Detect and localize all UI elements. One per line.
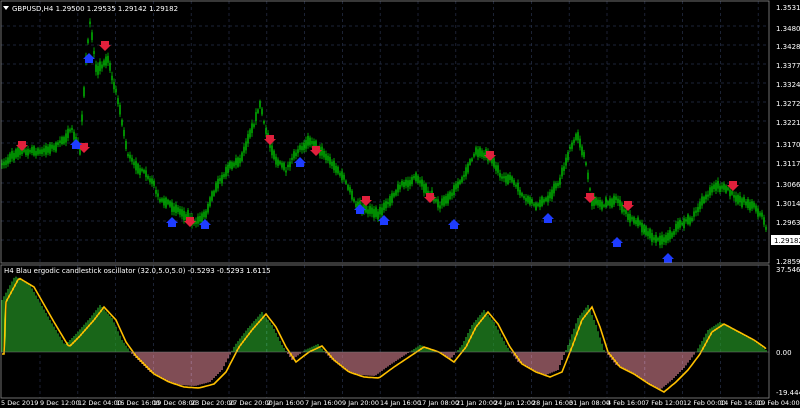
time-tick: 7 Jan 16:00 xyxy=(305,399,342,407)
sell-arrow-icon xyxy=(727,181,739,191)
time-tick: 5 Dec 2019 xyxy=(1,399,38,407)
price-tick: 1.30665 xyxy=(776,181,800,189)
buy-arrow-icon xyxy=(611,237,623,247)
time-tick: 7 Feb 12:00 xyxy=(645,399,684,407)
oscillator-signal-line xyxy=(2,277,767,393)
oscillator-title: H4 Blau ergodic candlestick oscillator (… xyxy=(4,267,271,275)
buy-arrow-icon xyxy=(83,53,95,63)
oscillator-axis: 37.5466 0.00 -19.4443 xyxy=(776,266,800,397)
price-tick: 1.30140 xyxy=(776,200,800,208)
time-tick: 4 Feb 16:00 xyxy=(607,399,646,407)
price-candles xyxy=(1,18,767,249)
price-tick: 1.34280 xyxy=(776,43,800,51)
time-axis: 5 Dec 2019 9 Dec 12:00 12 Dec 04:00 16 D… xyxy=(1,399,800,407)
buy-arrow-icon xyxy=(542,213,554,223)
signal-arrows xyxy=(16,41,739,263)
time-tick: 2 Jan 16:00 xyxy=(267,399,304,407)
price-tick: 1.35311 xyxy=(776,4,800,12)
time-tick: 9 Dec 12:00 xyxy=(40,399,80,407)
buy-arrow-icon xyxy=(166,217,178,227)
trading-chart[interactable]: GBPUSD,H4 1.29500 1.29535 1.29142 1.2918… xyxy=(0,0,800,408)
sell-arrow-icon xyxy=(99,41,111,51)
time-tick: 31 Jan 08:00 xyxy=(569,399,610,407)
buy-arrow-icon xyxy=(199,219,211,229)
oscillator-histogram xyxy=(1,276,767,390)
osc-tick: 37.5466 xyxy=(776,266,800,274)
price-tick: 1.29630 xyxy=(776,219,800,227)
price-tick: 1.32725 xyxy=(776,100,800,108)
time-tick: 17 Jan 08:00 xyxy=(418,399,459,407)
osc-tick: -19.4443 xyxy=(776,389,800,397)
symbol-dropdown-icon[interactable] xyxy=(3,6,9,10)
time-tick: 24 Jan 12:00 xyxy=(494,399,535,407)
price-tick: 1.31700 xyxy=(776,141,800,149)
price-panel-title: GBPUSD,H4 1.29500 1.29535 1.29142 1.2918… xyxy=(12,5,178,13)
price-tick: 1.33770 xyxy=(776,62,800,70)
price-tick: 1.34800 xyxy=(776,25,800,33)
price-tick: 1.31175 xyxy=(776,160,800,168)
time-tick: 19 Feb 04:00 xyxy=(757,399,800,407)
time-tick: 9 Jan 20:00 xyxy=(342,399,379,407)
current-price-label: 1.29182 xyxy=(774,237,800,245)
buy-arrow-icon xyxy=(448,219,460,229)
price-axis: 1.35311 1.34800 1.34280 1.33770 1.33245 … xyxy=(776,4,800,266)
osc-tick: 0.00 xyxy=(776,349,792,357)
buy-arrow-icon xyxy=(662,253,674,263)
price-tick: 1.32210 xyxy=(776,119,800,127)
time-tick: 14 Jan 16:00 xyxy=(380,399,421,407)
price-tick: 1.33245 xyxy=(776,81,800,89)
price-tick: 1.28595 xyxy=(776,258,800,266)
time-tick: 21 Jan 20:00 xyxy=(456,399,497,407)
time-tick: 28 Jan 16:00 xyxy=(532,399,573,407)
